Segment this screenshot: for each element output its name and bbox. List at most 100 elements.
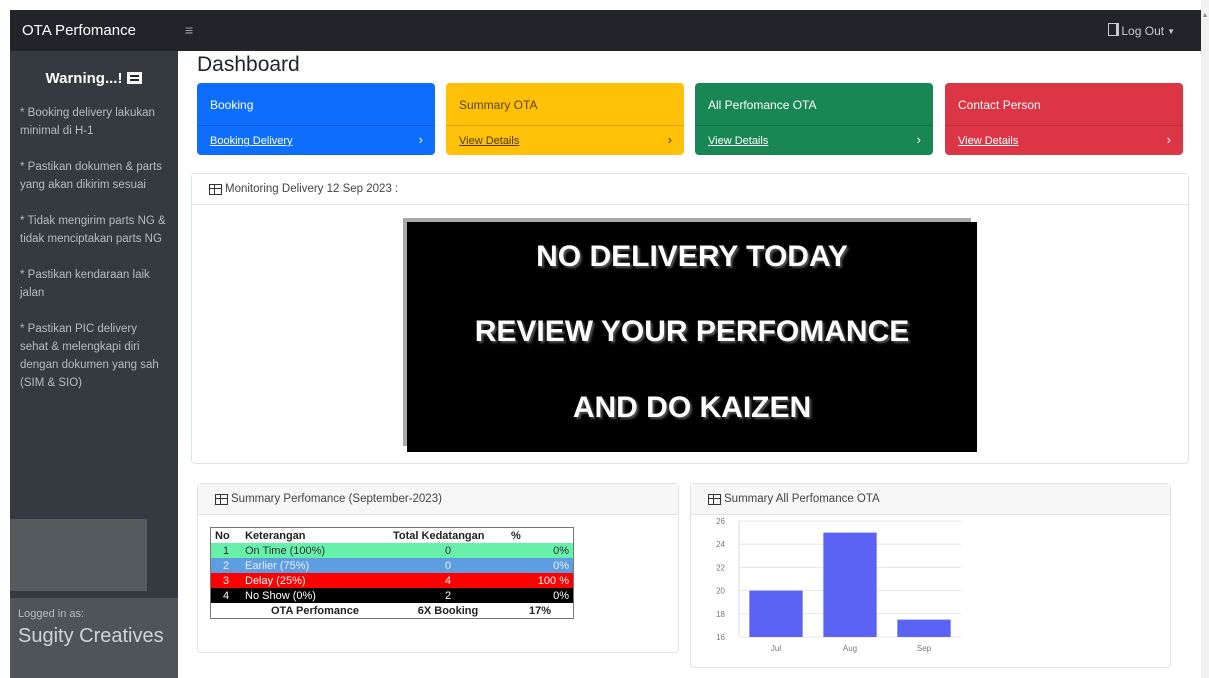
contact-person-card: Contact Person View Details › <box>945 83 1183 155</box>
table-row: 4 No Show (0%) 2 0% <box>210 588 574 603</box>
table-icon <box>708 494 721 505</box>
summary-performance-panel: Summary Perfomance (September-2023) No K… <box>197 483 679 653</box>
view-details-link[interactable]: View Details <box>459 135 519 147</box>
sidebar-footer: Logged in as: Sugity Creatives <box>10 598 178 678</box>
summary-all-performance-panel: Summary All Perfomance OTA 16 18 20 22 24 26 J… <box>690 483 1171 668</box>
card-footer[interactable]: View Details › <box>945 125 1183 155</box>
cell-no: 1 <box>210 543 241 558</box>
cell-total: 2 <box>389 588 507 603</box>
table-icon <box>215 494 228 505</box>
banner-line: REVIEW YOUR PERFOMANCE <box>474 315 910 348</box>
cell-label: On Time (100%) <box>241 543 389 558</box>
scroll-up-icon[interactable]: ▲ <box>1201 12 1209 20</box>
warning-list: * Booking delivery lakukan minimal di H-… <box>20 104 168 410</box>
cell-label: OTA Perfomance <box>241 603 389 619</box>
y-tick-label: 16 <box>716 633 725 642</box>
brand-bar: OTA Perfomance <box>10 10 178 51</box>
table-row: 2 Earlier (75%) 0 0% <box>210 558 574 573</box>
table-icon <box>209 184 222 195</box>
card-footer[interactable]: View Details › <box>446 125 684 155</box>
cell-no: 4 <box>210 588 241 603</box>
cell-empty <box>210 603 241 619</box>
booking-card: Booking Booking Delivery › <box>197 83 435 155</box>
door-icon <box>1108 23 1120 36</box>
x-tick-label: Sep <box>917 644 932 653</box>
cell-total: 6X Booking <box>389 603 507 619</box>
col-header: No <box>215 529 230 542</box>
performance-table: No Keterangan Total Kedatangan % 1 On Ti… <box>210 527 574 619</box>
cell-total: 0 <box>389 543 507 558</box>
summary-performance-title: Summary Perfomance (September-2023) <box>231 493 442 505</box>
table-header-row: No Keterangan Total Kedatangan % <box>211 528 574 544</box>
warning-title: Warning...! <box>10 70 178 87</box>
card-footer[interactable]: View Details › <box>695 125 933 155</box>
bar-aug <box>823 532 877 637</box>
logout-button[interactable]: Log Out ▼ <box>1108 23 1175 38</box>
card-title: Booking <box>210 98 254 112</box>
delivery-banner: NO DELIVERY TODAY REVIEW YOUR PERFOMANCE… <box>407 222 977 452</box>
cell-pct: 17% <box>507 603 574 619</box>
user-name: Sugity Creatives <box>18 625 164 647</box>
warning-item: * Pastikan PIC delivery sehat & melengka… <box>20 323 159 389</box>
cell-no: 2 <box>210 558 241 573</box>
y-tick-label: 20 <box>716 587 725 596</box>
col-header: % <box>511 529 521 542</box>
table-row: 1 On Time (100%) 0 0% <box>210 543 574 558</box>
warning-title-text: Warning...! <box>45 70 123 87</box>
x-tick-label: Jul <box>771 644 781 653</box>
col-header: Total Kedatangan <box>393 529 485 542</box>
panel-header: Summary Perfomance (September-2023) <box>198 484 678 515</box>
performance-bar-chart: 16 18 20 22 24 26 Jul Aug Sep <box>716 517 961 653</box>
chevron-right-icon[interactable]: › <box>1167 132 1171 147</box>
card-footer[interactable]: Booking Delivery › <box>197 125 435 155</box>
summary-all-title: Summary All Perfomance OTA <box>724 493 880 505</box>
warning-item: * Pastikan dokumen & parts yang akan dik… <box>20 161 162 191</box>
logout-label: Log Out <box>1121 24 1165 38</box>
table-row: 3 Delay (25%) 4 100 % <box>210 573 574 588</box>
card-title: All Perfomance OTA <box>708 98 817 112</box>
brand-title[interactable]: OTA Perfomance <box>22 22 136 39</box>
panel-header: Monitoring Delivery 12 Sep 2023 : <box>192 174 1188 205</box>
page-scrollbar[interactable]: ▲ <box>1201 0 1209 678</box>
y-tick-label: 22 <box>716 563 725 572</box>
page-title: Dashboard <box>197 53 300 76</box>
chevron-right-icon[interactable]: › <box>917 132 921 147</box>
x-tick-label: Aug <box>843 644 857 653</box>
table-footer-row: OTA Perfomance 6X Booking 17% <box>210 603 574 619</box>
hamburger-icon[interactable]: ≡ <box>185 22 193 38</box>
cell-no: 3 <box>210 573 241 588</box>
cell-label: No Show (0%) <box>241 588 389 603</box>
booking-delivery-link[interactable]: Booking Delivery <box>210 135 293 147</box>
cell-total: 4 <box>389 573 507 588</box>
warning-item: * Pastikan kendaraan laik jalan <box>20 269 150 299</box>
card-title: Summary OTA <box>459 98 538 112</box>
all-performance-card: All Perfomance OTA View Details › <box>695 83 933 155</box>
user-photo-placeholder <box>10 519 147 591</box>
top-navbar: ≡ Log Out ▼ <box>178 10 1201 51</box>
warning-item: * Tidak mengirim parts NG & tidak mencip… <box>20 215 166 245</box>
y-tick-label: 18 <box>716 610 725 619</box>
warning-item: * Booking delivery lakukan minimal di H-… <box>20 107 155 137</box>
view-details-link[interactable]: View Details <box>708 135 768 147</box>
monitoring-panel: Monitoring Delivery 12 Sep 2023 : NO DEL… <box>191 173 1189 464</box>
list-icon <box>127 72 143 84</box>
summary-ota-card: Summary OTA View Details › <box>446 83 684 155</box>
cell-label: Delay (25%) <box>241 573 389 588</box>
caret-down-icon: ▼ <box>1167 27 1175 36</box>
top-strip <box>0 0 1201 10</box>
view-details-link[interactable]: View Details <box>958 135 1018 147</box>
chevron-right-icon[interactable]: › <box>419 132 423 147</box>
cell-label: Earlier (75%) <box>241 558 389 573</box>
chevron-right-icon[interactable]: › <box>668 132 672 147</box>
banner-line: NO DELIVERY TODAY <box>536 240 848 273</box>
cell-pct: 0% <box>507 588 574 603</box>
cell-total: 0 <box>389 558 507 573</box>
bar-jul <box>749 590 803 637</box>
monitoring-title: Monitoring Delivery 12 Sep 2023 : <box>225 183 399 195</box>
y-tick-label: 26 <box>716 517 725 526</box>
cell-pct: 0% <box>507 558 574 573</box>
logged-in-label: Logged in as: <box>18 608 85 620</box>
banner-line: AND DO KAIZEN <box>572 391 812 424</box>
bar-sep <box>897 619 951 637</box>
cell-pct: 0% <box>507 543 574 558</box>
